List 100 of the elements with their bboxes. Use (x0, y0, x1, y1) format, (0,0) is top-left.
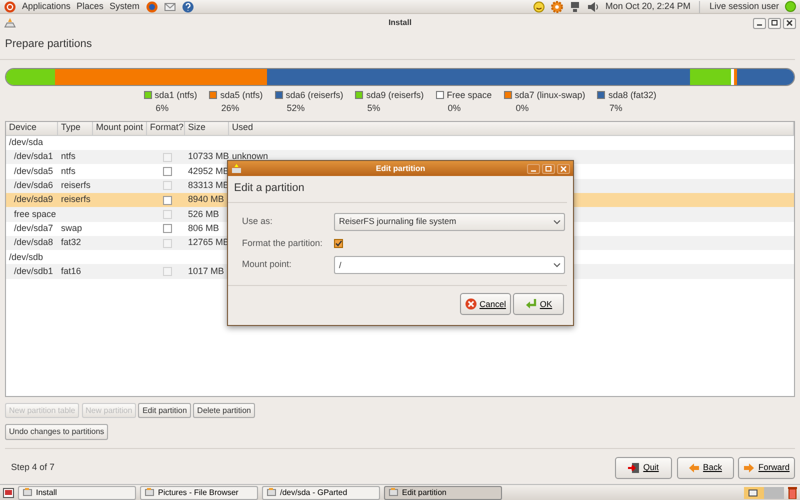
clock[interactable]: Mon Oct 20, 2:24 PM (605, 0, 690, 14)
table-cell-text: /dev/sda7 (13, 222, 54, 233)
menu-item[interactable]: Applications (22, 0, 71, 14)
table-cell: fat16 (61, 266, 82, 276)
window-icon (23, 488, 32, 497)
menu-item[interactable]: Places (76, 0, 104, 14)
legend-percent: 52% (286, 102, 306, 115)
mount-point-combobox[interactable]: / (334, 256, 565, 274)
table-cell-text: free space (13, 208, 56, 219)
mail-icon[interactable] (164, 0, 176, 12)
table-cell: fat32 (61, 237, 82, 248)
table-cell: /dev/sdb (9, 252, 44, 262)
back-button[interactable]: Back (676, 456, 734, 479)
speaker-icon[interactable] (587, 0, 600, 12)
dialog-heading: Edit a partition (228, 176, 567, 202)
field-label: Use as: (242, 214, 274, 228)
table-cell: reiserfs (61, 194, 91, 204)
trash-icon[interactable] (788, 486, 797, 498)
minimize-button[interactable] (752, 18, 766, 28)
legend-label: sda5 (ntfs) (220, 88, 263, 102)
exit-icon (628, 462, 640, 474)
help-icon[interactable] (182, 0, 194, 12)
step-label: Step 4 of 7 (11, 460, 55, 474)
taskbar-item[interactable]: Install (18, 486, 136, 500)
table-cell: unknown (232, 151, 268, 162)
legend-percent: 26% (220, 102, 240, 115)
smiley-icon[interactable] (533, 0, 546, 12)
table-cell: ntfs (61, 151, 76, 162)
gear-icon[interactable] (551, 0, 564, 12)
left-arrow-icon (688, 462, 700, 474)
table-cell: 10733 MB (188, 151, 230, 162)
browser-icon[interactable] (146, 0, 158, 12)
table-cell: reiserfs (61, 180, 91, 190)
column-header[interactable]: Used (229, 122, 794, 135)
taskbar-item[interactable]: Edit partition (384, 486, 502, 500)
table-cell: /dev/sda (9, 137, 44, 148)
filesystem-dropdown[interactable]: ReiserFS journaling file system (334, 212, 565, 230)
table-cell: 8940 MB (188, 194, 224, 204)
maximize-icon (770, 19, 779, 27)
column-header[interactable]: Format? (147, 122, 185, 135)
field-label: Format the partition: (242, 236, 324, 250)
page-heading: Prepare partitions (0, 32, 795, 60)
taskbar-item[interactable]: /dev/sda - GParted (262, 486, 380, 500)
table-cell: 526 MB (188, 208, 220, 219)
forward-button[interactable]: Forward (738, 456, 795, 479)
format-checkbox[interactable] (163, 167, 172, 176)
legend-percent: 0% (514, 102, 530, 115)
format-checkbox[interactable] (334, 238, 343, 248)
table-cell: swap (61, 222, 82, 233)
table-cell: 806 MB (188, 222, 220, 233)
close-icon (785, 19, 794, 27)
close-icon (559, 164, 568, 172)
table-cell: ntfs (61, 166, 76, 176)
legend-label: sda6 (reiserfs) (286, 88, 344, 102)
quit-button[interactable]: Quit (615, 456, 672, 479)
format-checkbox[interactable] (163, 196, 172, 205)
legend-label: Free space (446, 88, 492, 102)
status-dot-icon (785, 1, 796, 12)
user-name[interactable]: Live session user (709, 0, 779, 14)
column-header[interactable]: Size (185, 122, 229, 135)
window-icon (389, 488, 398, 497)
column-header[interactable]: Mount point (93, 122, 147, 135)
legend-label: sda7 (linux-swap) (514, 88, 586, 102)
show-desktop-icon[interactable] (3, 488, 14, 498)
drive-icon (231, 163, 242, 174)
ok-button[interactable]: OK (513, 293, 564, 315)
legend-percent: 6% (154, 102, 170, 115)
action-button[interactable]: Edit partition (138, 402, 191, 418)
window-title: Install (388, 18, 412, 27)
legend-percent: 5% (366, 102, 382, 115)
table-cell-text: /dev/sdb1 (13, 266, 54, 276)
column-header[interactable]: Device (6, 122, 58, 135)
maximize-icon (544, 164, 553, 172)
window-icon (145, 488, 154, 497)
table-cell-text: /dev/sda9 (13, 194, 54, 204)
dialog-title: Edit partition (376, 164, 426, 172)
close-button[interactable] (783, 18, 796, 28)
cancel-button[interactable]: Cancel (460, 293, 511, 315)
format-checkbox[interactable] (163, 224, 172, 234)
legend-label: sda8 (fat32) (608, 88, 656, 102)
maximize-button[interactable] (768, 18, 781, 28)
legend-label: sda1 (ntfs) (154, 88, 198, 102)
menu-item[interactable]: System (110, 0, 140, 14)
table-cell-text: /dev/sda1 (13, 151, 54, 162)
table-cell: 1017 MB (188, 266, 224, 276)
column-header[interactable]: Type (58, 122, 93, 135)
table-cell-text: /dev/sda8 (13, 237, 54, 248)
table-cell-text: /dev/sda6 (13, 180, 54, 190)
field-label: Mount point: (242, 258, 293, 272)
taskbar-item[interactable]: Pictures - File Browser (140, 486, 258, 500)
table-cell-text: /dev/sda5 (13, 166, 54, 176)
cancel-icon (464, 298, 477, 310)
legend-label: sda9 (reiserfs) (366, 88, 424, 102)
network-icon[interactable] (569, 0, 582, 12)
workspace-switcher-icon[interactable] (744, 486, 784, 498)
window-icon (267, 488, 276, 497)
ubuntu-logo-icon[interactable] (4, 0, 16, 12)
action-button[interactable]: Delete partition (193, 402, 255, 418)
enter-arrow-icon (524, 298, 537, 310)
action-button[interactable]: Undo changes to partitions (5, 424, 108, 440)
